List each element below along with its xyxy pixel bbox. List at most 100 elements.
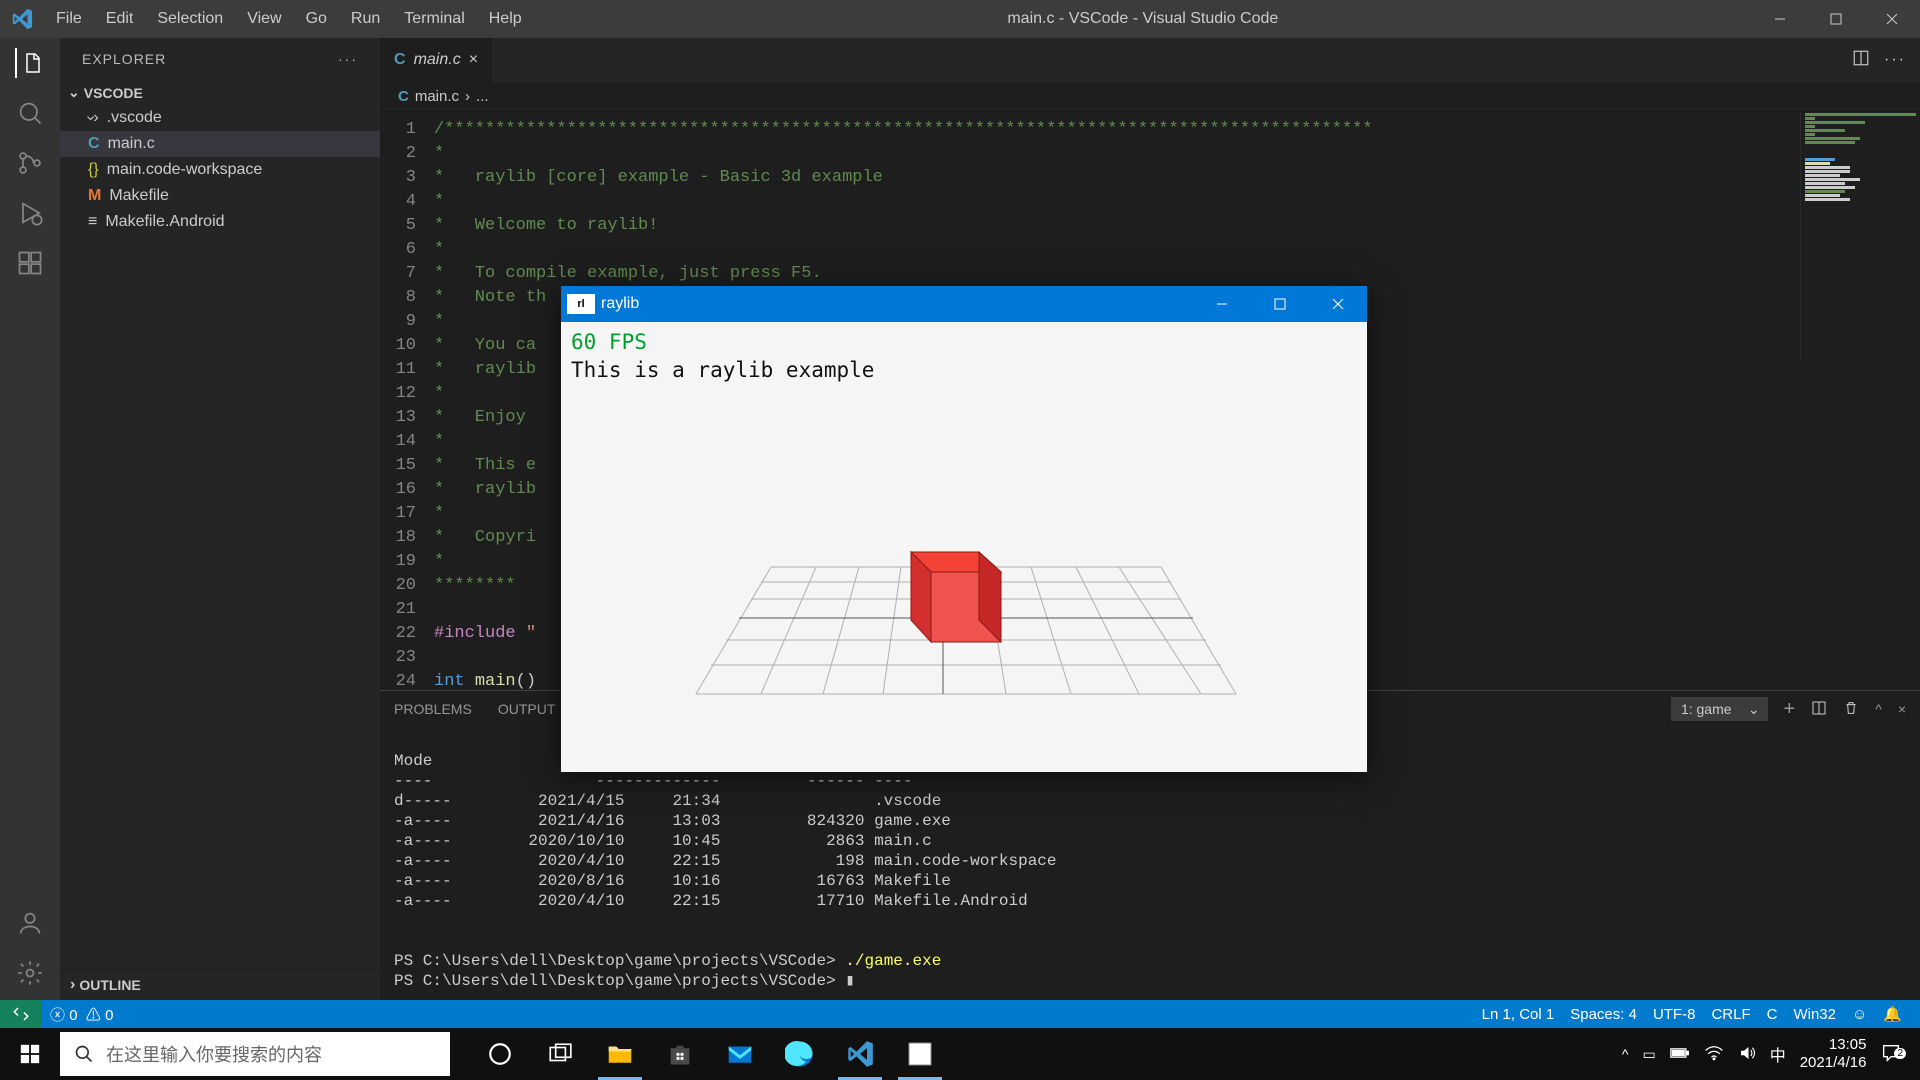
json-file-icon: {} bbox=[88, 161, 99, 179]
vscode-logo-icon bbox=[0, 8, 44, 30]
taskbar-explorer-icon[interactable] bbox=[590, 1028, 650, 1080]
tray-ime[interactable]: 中 bbox=[1770, 1042, 1786, 1066]
file-label: Makefile.Android bbox=[105, 213, 224, 231]
taskbar-vscode-icon[interactable] bbox=[830, 1028, 890, 1080]
tray-battery-icon[interactable] bbox=[1670, 1046, 1690, 1063]
raylib-app-icon: rl bbox=[567, 294, 595, 314]
raylib-titlebar[interactable]: rl raylib bbox=[561, 286, 1367, 322]
error-icon: ⓧ bbox=[50, 1007, 65, 1024]
file-label: Makefile bbox=[109, 187, 169, 205]
terminal-selector-label: 1: game bbox=[1681, 701, 1732, 717]
tray-people-icon[interactable]: ▭ bbox=[1642, 1046, 1655, 1063]
taskbar-mail-icon[interactable] bbox=[710, 1028, 770, 1080]
source-control-icon[interactable] bbox=[15, 148, 45, 178]
file-label: .vscode bbox=[107, 109, 162, 127]
taskbar-edge-icon[interactable] bbox=[770, 1028, 830, 1080]
folder-section-header[interactable]: ⌄ VSCODE bbox=[60, 80, 380, 105]
search-placeholder: 在这里输入你要搜索的内容 bbox=[106, 1041, 322, 1067]
window-close-button[interactable] bbox=[1864, 0, 1920, 38]
file-item-makefile[interactable]: M Makefile bbox=[60, 183, 380, 209]
windows-taskbar: 在这里输入你要搜索的内容 ^ ▭ 中 13:05 2021/4/16 2 bbox=[0, 1028, 1920, 1080]
red-cube bbox=[911, 552, 1001, 642]
editor-tabs: C main.c × ··· bbox=[380, 38, 1920, 82]
outline-section[interactable]: › OUTLINE bbox=[60, 969, 380, 1000]
chevron-down-icon: ⌄ bbox=[1748, 701, 1760, 718]
raylib-window[interactable]: rl raylib 60 FPS This is a raylib exampl… bbox=[561, 286, 1367, 772]
explorer-sidebar: EXPLORER ··· ⌄ VSCODE › .vscode C main.c… bbox=[60, 38, 380, 1000]
close-panel-icon[interactable]: × bbox=[1898, 701, 1906, 717]
taskbar-search[interactable]: 在这里输入你要搜索的内容 bbox=[60, 1032, 450, 1076]
raylib-close-button[interactable] bbox=[1309, 286, 1367, 322]
status-bell-icon[interactable]: 🔔 bbox=[1875, 1005, 1910, 1023]
editor-more-icon[interactable]: ··· bbox=[1884, 51, 1906, 69]
status-encoding[interactable]: UTF-8 bbox=[1645, 1006, 1704, 1023]
menu-selection[interactable]: Selection bbox=[145, 2, 235, 36]
remote-button[interactable] bbox=[0, 1000, 42, 1028]
breadcrumb-tail: ... bbox=[476, 88, 489, 105]
extensions-icon[interactable] bbox=[15, 248, 45, 278]
sidebar-more-icon[interactable]: ··· bbox=[338, 51, 358, 67]
file-item-workspace[interactable]: {} main.code-workspace bbox=[60, 157, 380, 183]
menu-help[interactable]: Help bbox=[477, 2, 534, 36]
status-language[interactable]: C bbox=[1759, 1006, 1786, 1023]
sidebar-title: EXPLORER bbox=[82, 51, 166, 67]
vscode-titlebar: File Edit Selection View Go Run Terminal… bbox=[0, 0, 1920, 38]
tab-close-icon[interactable]: × bbox=[469, 51, 478, 69]
status-eol[interactable]: CRLF bbox=[1703, 1006, 1758, 1023]
window-maximize-button[interactable] bbox=[1808, 0, 1864, 38]
makefile-icon: M bbox=[88, 187, 101, 205]
menu-file[interactable]: File bbox=[44, 2, 94, 36]
split-terminal-icon[interactable] bbox=[1811, 700, 1827, 719]
file-item-main-c[interactable]: C main.c bbox=[60, 131, 380, 157]
window-minimize-button[interactable] bbox=[1752, 0, 1808, 38]
kill-terminal-icon[interactable] bbox=[1843, 700, 1859, 719]
search-icon[interactable] bbox=[15, 98, 45, 128]
taskbar-store-icon[interactable] bbox=[650, 1028, 710, 1080]
tab-main-c[interactable]: C main.c × bbox=[380, 38, 492, 82]
c-file-icon: C bbox=[394, 51, 406, 69]
panel-tab-problems[interactable]: PROBLEMS bbox=[394, 701, 472, 717]
tray-clock[interactable]: 13:05 2021/4/16 bbox=[1800, 1036, 1867, 1072]
settings-gear-icon[interactable] bbox=[15, 958, 45, 988]
outline-label: OUTLINE bbox=[79, 977, 140, 993]
split-editor-icon[interactable] bbox=[1852, 49, 1870, 72]
search-icon bbox=[74, 1044, 94, 1064]
menu-go[interactable]: Go bbox=[294, 2, 339, 36]
status-spaces[interactable]: Spaces: 4 bbox=[1562, 1006, 1645, 1023]
breadcrumb-file: main.c bbox=[415, 88, 459, 105]
raylib-minimize-button[interactable] bbox=[1193, 286, 1251, 322]
status-errors[interactable]: ⓧ 0 ⚠ 0 bbox=[42, 1004, 121, 1025]
activity-bar bbox=[0, 38, 60, 1000]
new-terminal-icon[interactable]: + bbox=[1784, 698, 1796, 721]
file-item-makefile-android[interactable]: ≡ Makefile.Android bbox=[60, 209, 380, 235]
taskbar-raylib-app-icon[interactable] bbox=[890, 1028, 950, 1080]
start-button[interactable] bbox=[0, 1028, 60, 1080]
run-debug-icon[interactable] bbox=[15, 198, 45, 228]
tray-expand-icon[interactable]: ^ bbox=[1622, 1046, 1629, 1062]
minimap[interactable] bbox=[1800, 112, 1920, 362]
panel-tab-output[interactable]: OUTPUT bbox=[498, 701, 556, 717]
taskbar-taskview-icon[interactable] bbox=[530, 1028, 590, 1080]
status-cursor[interactable]: Ln 1, Col 1 bbox=[1474, 1006, 1563, 1023]
maximize-panel-icon[interactable]: ^ bbox=[1875, 701, 1882, 717]
status-feedback-icon[interactable]: ☺ bbox=[1844, 1006, 1875, 1023]
status-target[interactable]: Win32 bbox=[1785, 1006, 1844, 1023]
c-file-icon: C bbox=[88, 135, 100, 153]
menu-terminal[interactable]: Terminal bbox=[392, 2, 476, 36]
tray-volume-icon[interactable] bbox=[1738, 1044, 1756, 1065]
raylib-maximize-button[interactable] bbox=[1251, 286, 1309, 322]
menu-edit[interactable]: Edit bbox=[94, 2, 146, 36]
chevron-right-icon: › bbox=[88, 109, 99, 127]
file-item-vscode-folder[interactable]: › .vscode bbox=[60, 105, 380, 131]
breadcrumb[interactable]: C main.c › ... bbox=[380, 82, 1920, 112]
account-icon[interactable] bbox=[15, 908, 45, 938]
explorer-icon[interactable] bbox=[15, 48, 45, 78]
menu-view[interactable]: View bbox=[235, 2, 293, 36]
terminal-selector[interactable]: 1: game ⌄ bbox=[1671, 697, 1768, 721]
status-bar: ⓧ 0 ⚠ 0 Ln 1, Col 1 Spaces: 4 UTF-8 CRLF… bbox=[0, 1000, 1920, 1028]
tray-notifications-icon[interactable]: 2 bbox=[1880, 1042, 1914, 1067]
taskbar-cortana-icon[interactable] bbox=[470, 1028, 530, 1080]
tray-wifi-icon[interactable] bbox=[1704, 1045, 1724, 1064]
menu-run[interactable]: Run bbox=[339, 2, 392, 36]
raylib-title: raylib bbox=[601, 295, 639, 313]
